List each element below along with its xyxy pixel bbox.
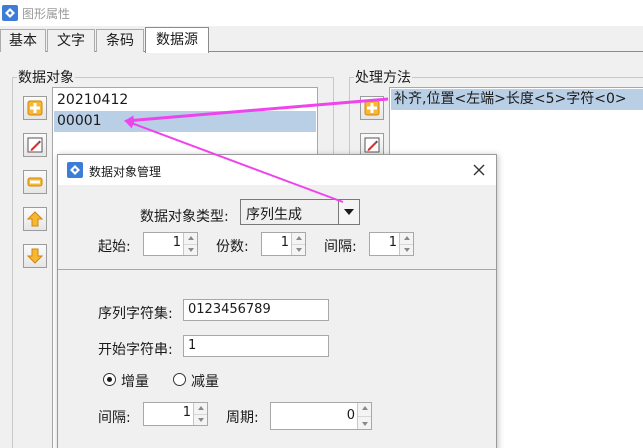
arrow-dialog-to-item [124, 119, 344, 203]
arrow-processing-to-item [124, 97, 389, 126]
annotation-arrows [124, 97, 389, 203]
tab-datasource[interactable]: 数据源 [145, 27, 209, 53]
